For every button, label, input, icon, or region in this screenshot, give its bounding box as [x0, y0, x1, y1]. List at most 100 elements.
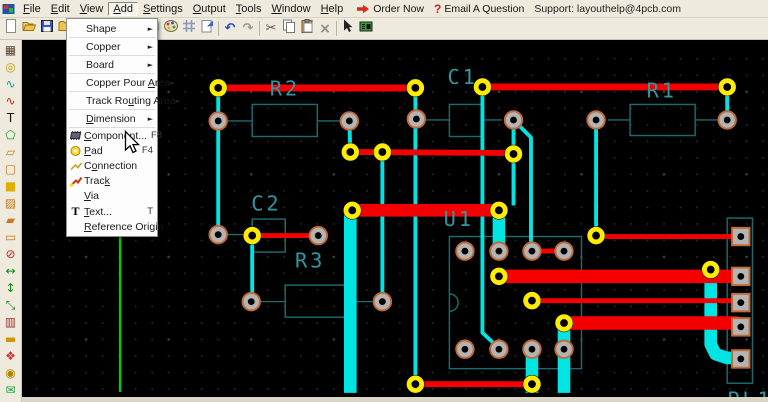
menu-item-track-routing-area[interactable]: Track Routing Area►	[69, 92, 155, 110]
menu-item-via[interactable]: Via	[67, 189, 157, 204]
select-mode-button[interactable]	[339, 20, 357, 38]
menu-add[interactable]: Add	[108, 2, 138, 16]
menu-view[interactable]: View	[75, 2, 109, 16]
shape-filled-tool-icon[interactable]: ■	[3, 179, 19, 193]
design-colors-tool-icon[interactable]: ❖	[3, 349, 19, 363]
connector-pad[interactable]	[732, 350, 749, 367]
menu-item-board[interactable]: Board►	[69, 56, 155, 74]
pad[interactable]	[408, 110, 425, 127]
connection-tool-icon[interactable]: ∿	[3, 77, 19, 91]
via[interactable]	[504, 145, 522, 163]
pad[interactable]	[209, 112, 226, 129]
menu-help[interactable]: Help	[316, 2, 349, 16]
copper-rect-tool-icon[interactable]: ▨	[3, 196, 19, 210]
new-file-button[interactable]	[2, 20, 20, 38]
via[interactable]	[343, 201, 361, 219]
dimension-horizontal-tool-icon[interactable]: ↔	[3, 264, 19, 278]
via[interactable]	[406, 79, 424, 97]
pad[interactable]	[456, 340, 473, 357]
paste-button[interactable]	[298, 20, 316, 38]
email-question-link[interactable]: Email A Question	[444, 3, 524, 15]
order-now-link[interactable]: Order Now	[373, 3, 424, 15]
mail-tool-icon[interactable]: ✉	[3, 383, 19, 397]
menu-item-component[interactable]: Component...F8	[67, 128, 157, 143]
copy-button[interactable]	[280, 20, 298, 38]
pad[interactable]	[242, 293, 259, 310]
shape-rounded-tool-icon[interactable]: ▢	[3, 162, 19, 176]
pad[interactable]	[587, 111, 604, 128]
dimension-vertical-tool-icon[interactable]: ↕	[3, 281, 19, 295]
pad[interactable]	[490, 242, 507, 259]
pad[interactable]	[209, 226, 226, 243]
designator-label-R2: R2	[270, 77, 300, 101]
connector-pad[interactable]	[732, 228, 749, 245]
component-tool-icon[interactable]: ▦	[3, 43, 19, 57]
via[interactable]	[718, 78, 736, 96]
delete-button[interactable]: ×	[316, 20, 334, 38]
menu-item-shape[interactable]: Shape►	[69, 20, 155, 38]
menu-item-track[interactable]: Track	[67, 174, 157, 189]
menu-item-connection[interactable]: Connection	[67, 158, 157, 173]
connector-pad[interactable]	[732, 318, 749, 335]
undo-button[interactable]: ↶	[221, 20, 239, 38]
menu-output[interactable]: Output	[188, 2, 231, 16]
via[interactable]	[523, 375, 541, 393]
pad[interactable]	[555, 340, 572, 357]
component-pads-tool-icon[interactable]: ▥	[3, 315, 19, 329]
pad[interactable]	[718, 111, 735, 128]
pad[interactable]	[523, 340, 540, 357]
menu-item-dimension[interactable]: Dimension►	[69, 110, 155, 128]
menu-item-pad[interactable]: PadF4	[67, 143, 157, 158]
menu-item-reference-origin[interactable]: Reference Origin	[67, 219, 157, 234]
menu-item-copper-pour-area[interactable]: Copper Pour Area►	[69, 74, 155, 92]
connector-pad[interactable]	[732, 268, 749, 285]
properties-button[interactable]	[198, 20, 216, 38]
menu-file[interactable]: File	[18, 2, 46, 16]
copper-outline-tool-icon[interactable]: ▭	[3, 230, 19, 244]
cut-button[interactable]: ✂	[262, 20, 280, 38]
board-ruler-tool-icon[interactable]: ▬	[3, 332, 19, 346]
menu-edit[interactable]: Edit	[46, 2, 75, 16]
pad[interactable]	[523, 242, 540, 259]
track-tool-icon[interactable]: ∿	[3, 94, 19, 108]
open-file-button[interactable]	[20, 20, 38, 38]
copper-poly-tool-icon[interactable]: ▰	[3, 213, 19, 227]
via[interactable]	[701, 260, 719, 278]
shape-polygon-tool-icon[interactable]: ⬠	[3, 128, 19, 142]
dimension-diagonal-tool-icon[interactable]: ⤡	[3, 298, 19, 312]
via[interactable]	[555, 314, 573, 332]
via[interactable]	[490, 201, 508, 219]
via[interactable]	[406, 375, 424, 393]
pad[interactable]	[310, 227, 327, 244]
menu-settings[interactable]: Settings	[138, 2, 188, 16]
via[interactable]	[373, 143, 391, 161]
pad[interactable]	[555, 242, 572, 259]
menu-window[interactable]: Window	[266, 2, 315, 16]
pad[interactable]	[374, 293, 391, 310]
pad[interactable]	[505, 111, 522, 128]
pad-tool-icon[interactable]: ◎	[3, 60, 19, 74]
grid-button[interactable]	[180, 20, 198, 38]
connector-pad[interactable]	[732, 294, 749, 311]
component-bin-button[interactable]	[357, 20, 375, 38]
menu-item-copper[interactable]: Copper►	[69, 38, 155, 56]
menu-tools[interactable]: Tools	[231, 2, 267, 16]
colors-button[interactable]	[162, 20, 180, 38]
world-view-tool-icon[interactable]: ◉	[3, 366, 19, 380]
pad[interactable]	[456, 242, 473, 259]
redo-button[interactable]: ↷	[239, 20, 257, 38]
cutout-tool-icon[interactable]: ⊘	[3, 247, 19, 261]
via[interactable]	[209, 79, 227, 97]
text-tool-icon[interactable]: T	[3, 111, 19, 125]
select-cursor-icon	[340, 18, 356, 39]
via[interactable]	[243, 226, 261, 244]
via[interactable]	[587, 226, 605, 244]
via[interactable]	[523, 291, 541, 309]
menu-item-text[interactable]: T Text...T	[67, 204, 157, 219]
pad[interactable]	[341, 112, 358, 129]
save-button[interactable]	[38, 20, 56, 38]
via[interactable]	[341, 143, 359, 161]
pad[interactable]	[490, 340, 507, 357]
via[interactable]	[490, 267, 508, 285]
shape-rect-tool-icon[interactable]: ▱	[3, 145, 19, 159]
